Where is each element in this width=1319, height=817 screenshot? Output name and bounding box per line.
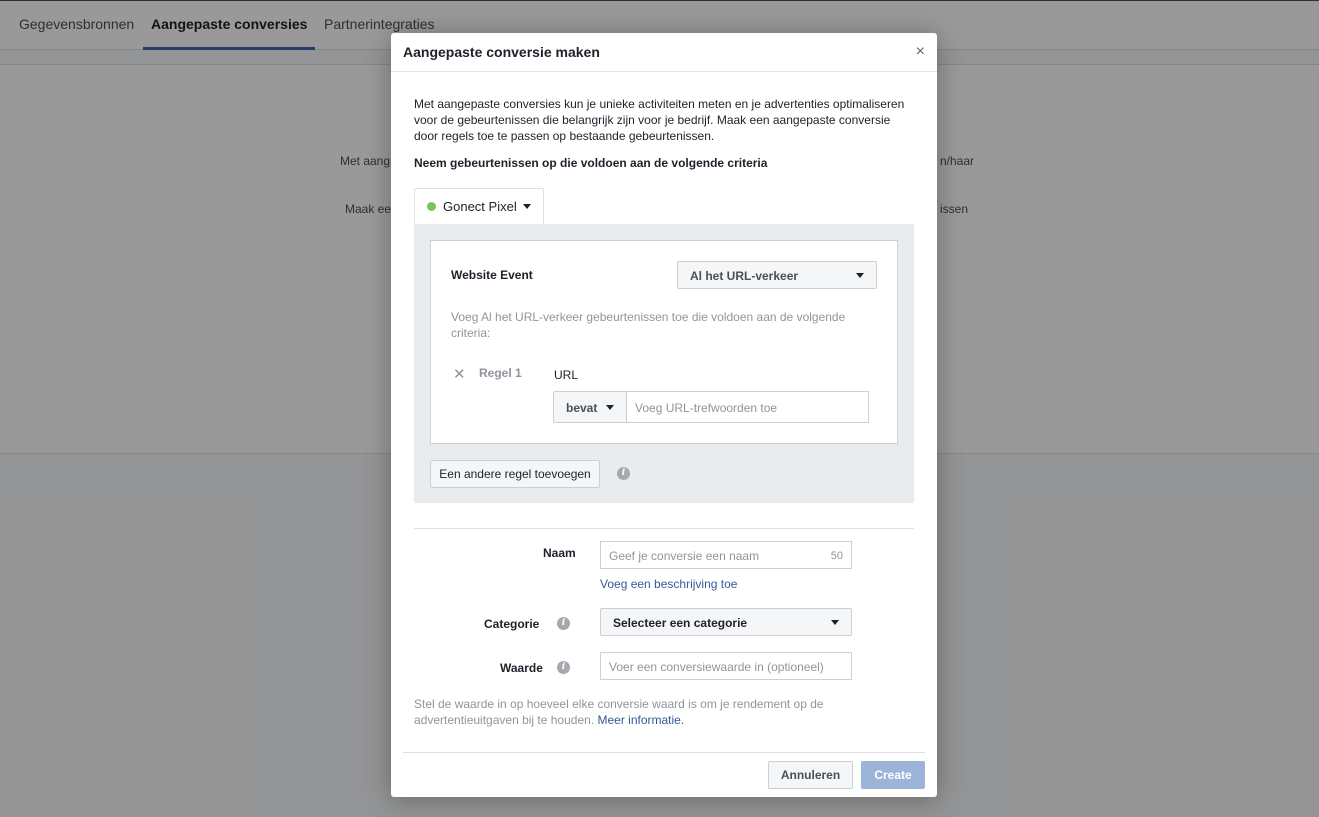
close-icon[interactable]: ×: [916, 43, 925, 61]
char-counter: 50: [830, 550, 843, 562]
conversion-value-placeholder: Voer een conversiewaarde in (optioneel): [609, 660, 824, 674]
value-help-text: Stel de waarde in op hoeveel elke conver…: [414, 696, 834, 728]
info-icon[interactable]: i: [557, 661, 570, 674]
chevron-down-icon: [856, 273, 864, 278]
remove-rule-icon[interactable]: ✕: [453, 365, 466, 383]
create-custom-conversion-dialog: Aangepaste conversie maken × Met aangepa…: [391, 33, 937, 797]
rule-label: Regel 1: [479, 366, 522, 380]
chevron-down-icon: [831, 620, 839, 625]
website-event-select[interactable]: Al het URL-verkeer: [677, 261, 877, 289]
category-label: Categorie: [484, 617, 540, 631]
category-select[interactable]: Selecteer een categorie: [600, 608, 852, 636]
value-label: Waarde: [500, 661, 543, 675]
pixel-label: Gonect Pixel: [443, 199, 517, 214]
info-icon[interactable]: i: [557, 617, 570, 630]
rule-card: Website Event Al het URL-verkeer Voeg Al…: [430, 240, 898, 444]
url-field-label: URL: [554, 368, 579, 382]
operator-select[interactable]: bevat: [553, 391, 627, 423]
info-icon[interactable]: i: [617, 467, 630, 480]
criteria-heading: Neem gebeurtenissen op die voldoen aan d…: [414, 156, 768, 170]
chevron-down-icon: [606, 405, 614, 410]
pixel-status-dot: [427, 202, 436, 211]
more-info-link[interactable]: Meer informatie.: [597, 713, 684, 727]
website-event-label: Website Event: [451, 268, 533, 282]
cancel-button[interactable]: Annuleren: [768, 761, 853, 789]
website-event-description: Voeg Al het URL-verkeer gebeurtenissen t…: [451, 310, 846, 340]
add-rule-button[interactable]: Een andere regel toevoegen: [430, 460, 600, 488]
website-event-value: Al het URL-verkeer: [690, 269, 799, 283]
conversion-name-input[interactable]: Geef je conversie een naam 50: [600, 541, 852, 569]
url-keywords-placeholder: Voeg URL-trefwoorden toe: [635, 401, 778, 415]
add-description-link[interactable]: Voeg een beschrijving toe: [600, 577, 737, 591]
conversion-value-input[interactable]: Voer een conversiewaarde in (optioneel): [600, 652, 852, 680]
dialog-title: Aangepaste conversie maken: [403, 44, 600, 60]
dialog-header: Aangepaste conversie maken ×: [391, 33, 937, 72]
chevron-down-icon: [523, 204, 531, 209]
intro-text: Met aangepaste conversies kun je unieke …: [414, 97, 905, 143]
operator-value: bevat: [566, 401, 598, 415]
conversion-name-placeholder: Geef je conversie een naam: [609, 549, 760, 563]
section-divider: [414, 528, 914, 529]
name-label: Naam: [543, 546, 576, 560]
category-value: Selecteer een categorie: [613, 616, 748, 630]
url-keywords-input[interactable]: Voeg URL-trefwoorden toe: [626, 391, 869, 423]
footer-divider: [403, 752, 925, 753]
pixel-selector[interactable]: Gonect Pixel: [414, 188, 544, 224]
create-button[interactable]: Create: [861, 761, 925, 789]
